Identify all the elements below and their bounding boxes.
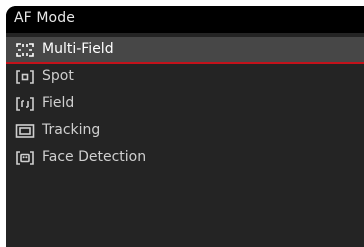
menu-item-label: Multi-Field <box>42 41 114 57</box>
camera-menu-screen: AF Mode Multi-Field Spot Field Tracking … <box>6 6 364 247</box>
menu-title: AF Mode <box>14 10 75 26</box>
menu-item-multi-field[interactable]: Multi-Field <box>6 37 364 64</box>
af-mode-options-list: Multi-Field Spot Field Tracking Face Det… <box>6 33 364 247</box>
menu-item-label: Field <box>42 95 75 111</box>
menu-item-label: Face Detection <box>42 149 147 165</box>
menu-item-spot[interactable]: Spot <box>6 64 364 91</box>
menu-item-tracking[interactable]: Tracking <box>6 118 364 145</box>
menu-item-face-detection[interactable]: Face Detection <box>6 145 364 172</box>
tracking-icon <box>15 123 35 139</box>
spot-icon <box>15 69 35 85</box>
multi-field-icon <box>15 42 35 58</box>
menu-item-label: Tracking <box>42 122 101 138</box>
menu-header: AF Mode <box>6 6 364 32</box>
menu-item-label: Spot <box>42 68 74 84</box>
menu-item-field[interactable]: Field <box>6 91 364 118</box>
field-icon <box>15 96 35 112</box>
face-detection-icon <box>15 150 35 166</box>
